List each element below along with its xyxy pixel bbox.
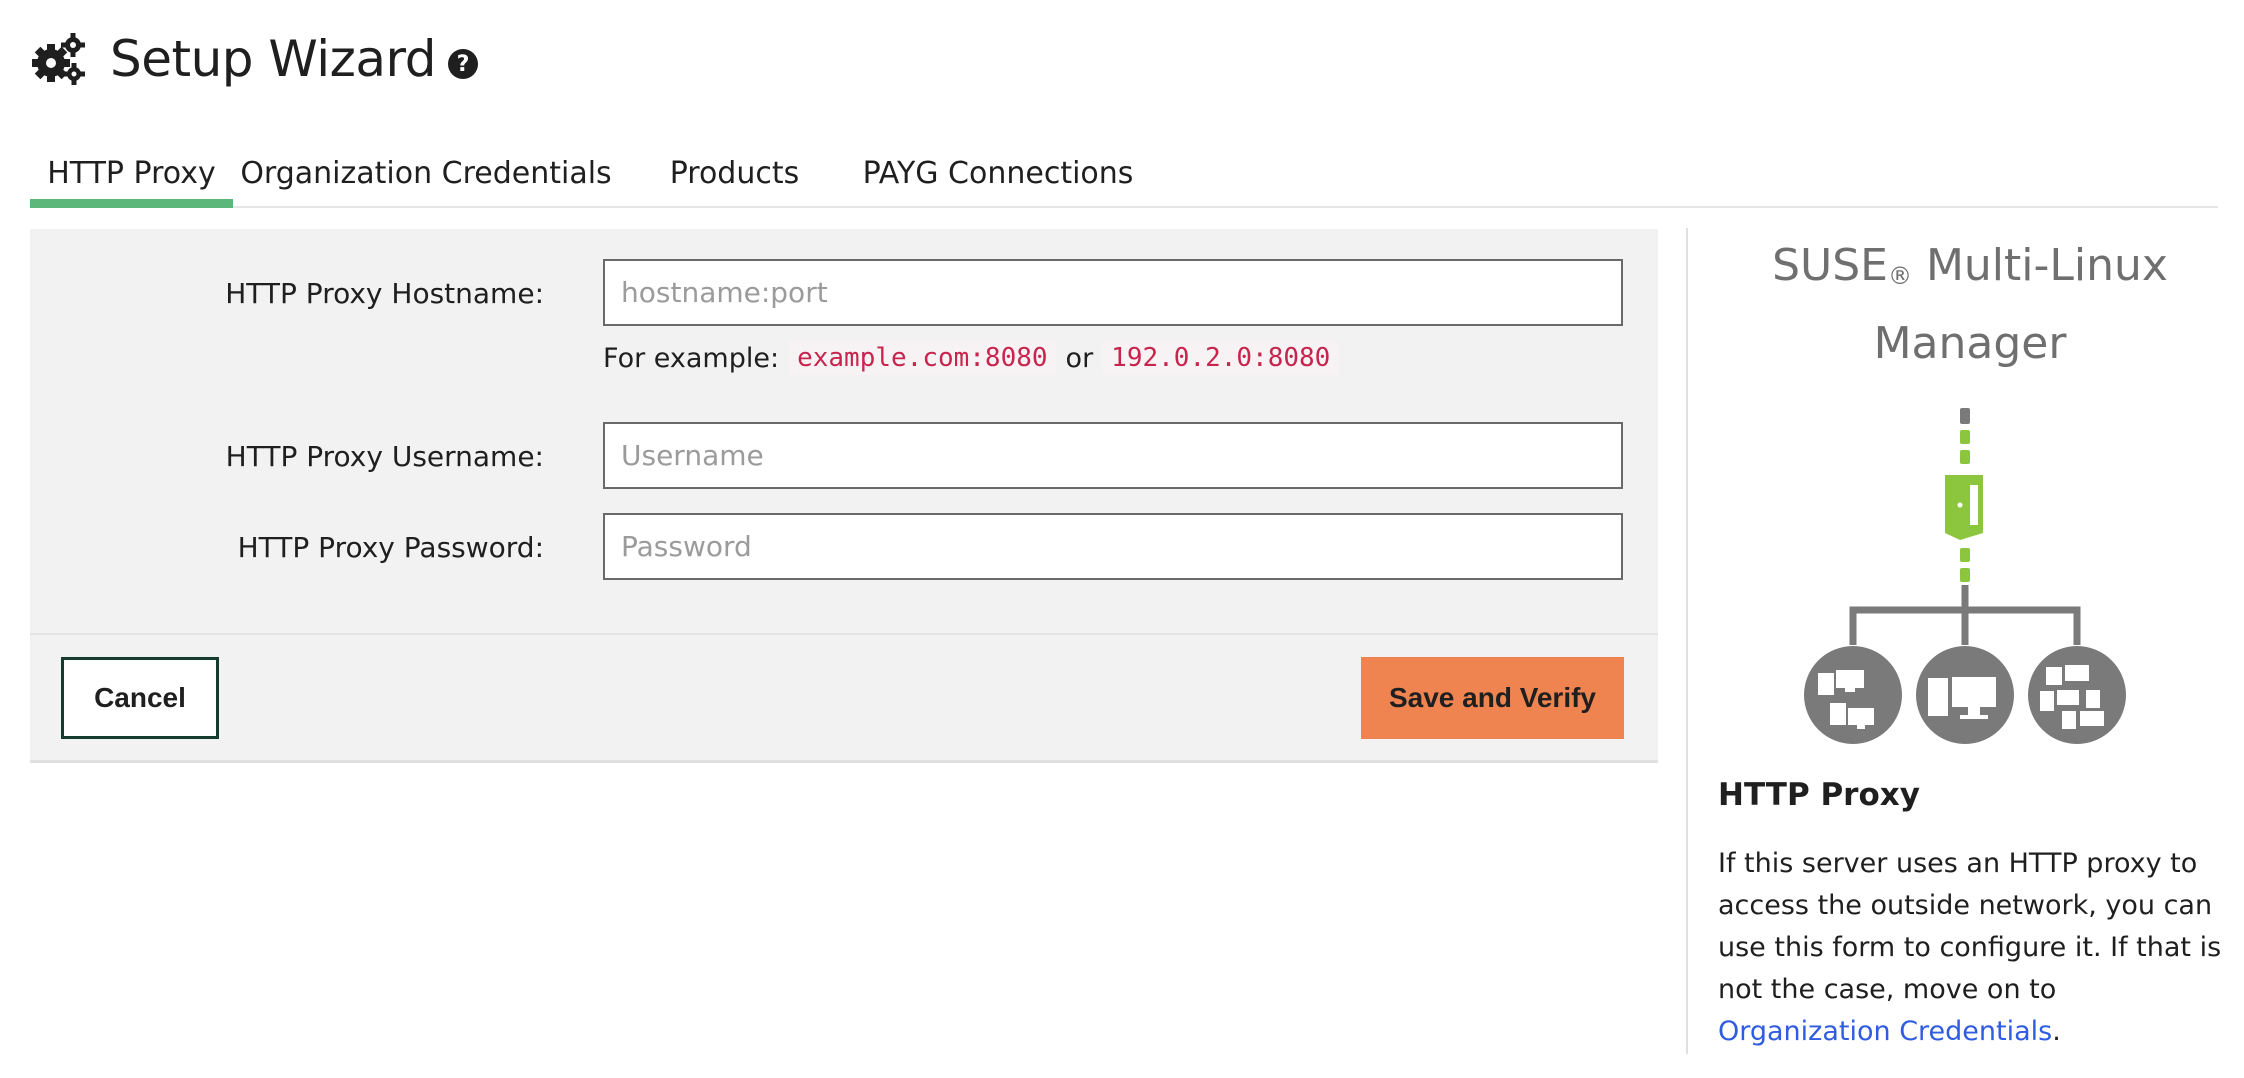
organization-credentials-link[interactable]: Organization Credentials [1718, 1016, 2052, 1047]
example-code-1: example.com:8080 [789, 341, 1056, 375]
door-icon [1945, 475, 1983, 540]
tab-payg-connections[interactable]: PAYG Connections [863, 140, 1134, 206]
page-header: Setup Wizard ? [30, 24, 478, 94]
page-title: Setup Wizard [110, 30, 436, 88]
help-icon[interactable]: ? [447, 49, 478, 79]
example-prefix: For example: [603, 342, 780, 374]
registered-mark: ® [1887, 262, 1912, 290]
tab-products[interactable]: Products [662, 140, 807, 206]
tab-organization-credentials[interactable]: Organization Credentials [240, 140, 611, 206]
sidebar-description-text: If this server uses an HTTP proxy to acc… [1718, 848, 2222, 1005]
save-and-verify-button[interactable]: Save and Verify [1361, 657, 1624, 739]
product-name-rest: Multi-Linux Manager [1873, 240, 2168, 369]
hostname-input[interactable] [603, 259, 1623, 326]
password-input[interactable] [603, 513, 1623, 580]
example-code-2: 192.0.2.0:8080 [1103, 341, 1339, 375]
client-group-icon [1804, 646, 1902, 744]
username-input[interactable] [603, 422, 1623, 489]
cancel-button[interactable]: Cancel [61, 657, 219, 739]
password-label: HTTP Proxy Password: [237, 531, 544, 564]
proxy-form: HTTP Proxy Hostname: For example: exampl… [30, 229, 1658, 763]
proxy-network-diagram [1800, 405, 2130, 750]
sidebar-description-end: . [2052, 1016, 2061, 1047]
multi-device-icon [2028, 646, 2126, 744]
sidebar-divider [1686, 228, 1688, 1054]
product-brand: SUSE [1772, 240, 1888, 291]
product-name: SUSE® Multi-Linux Manager [1700, 232, 2240, 378]
hostname-label: HTTP Proxy Hostname: [225, 277, 544, 310]
tab-http-proxy[interactable]: HTTP Proxy [30, 140, 233, 208]
sidebar-heading: HTTP Proxy [1718, 777, 1920, 813]
hostname-example: For example: example.com:8080 or 192.0.2… [603, 341, 1348, 375]
workstation-icon [1916, 646, 2014, 744]
wizard-tabs: HTTP Proxy Organization Credentials Prod… [30, 140, 2218, 208]
example-or: or [1065, 342, 1094, 374]
form-divider [30, 633, 1658, 635]
username-label: HTTP Proxy Username: [225, 440, 544, 473]
gears-icon [30, 31, 86, 87]
sidebar-description: If this server uses an HTTP proxy to acc… [1718, 843, 2224, 1053]
